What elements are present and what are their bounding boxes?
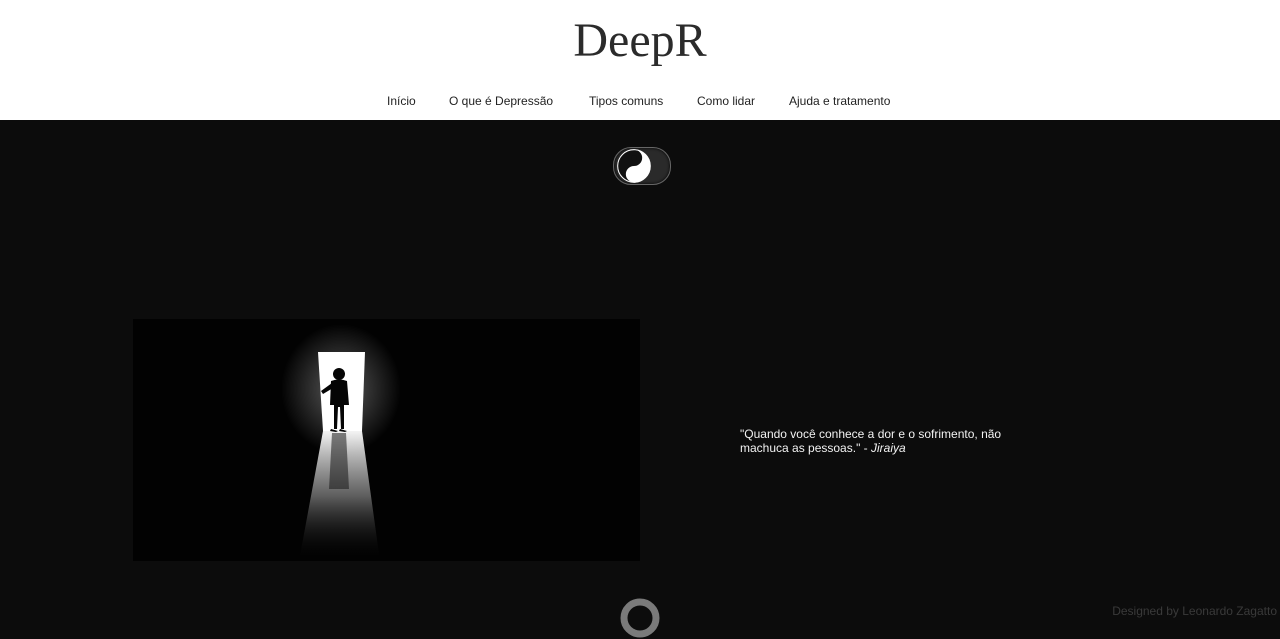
quote-author: Jiraiya bbox=[871, 441, 906, 455]
main-nav: Início O que é Depressão Tipos comuns Co… bbox=[0, 93, 1280, 111]
yin-yang-icon bbox=[617, 149, 651, 183]
site-logo[interactable]: DeepR bbox=[0, 14, 1280, 68]
hero-section: "Quando você conhece a dor e o sofriment… bbox=[0, 120, 1280, 638]
nav-item-como-lidar[interactable]: Como lidar bbox=[697, 93, 755, 109]
hero-quote: "Quando você conhece a dor e o sofriment… bbox=[740, 427, 1030, 455]
nav-item-ajuda-e-tratamento[interactable]: Ajuda e tratamento bbox=[789, 93, 890, 109]
footer-credit: Designed by Leonardo Zagatto bbox=[1112, 604, 1277, 618]
silhouette-in-doorway-image bbox=[133, 319, 640, 561]
theme-toggle-switch[interactable] bbox=[613, 147, 671, 185]
nav-item-o-que-e-depressao[interactable]: O que é Depressão bbox=[449, 93, 553, 109]
nav-item-inicio[interactable]: Início bbox=[387, 93, 416, 109]
nav-item-tipos-comuns[interactable]: Tipos comuns bbox=[589, 93, 663, 109]
site-header: DeepR Início O que é Depressão Tipos com… bbox=[0, 0, 1280, 120]
loading-spinner-icon bbox=[620, 598, 660, 638]
